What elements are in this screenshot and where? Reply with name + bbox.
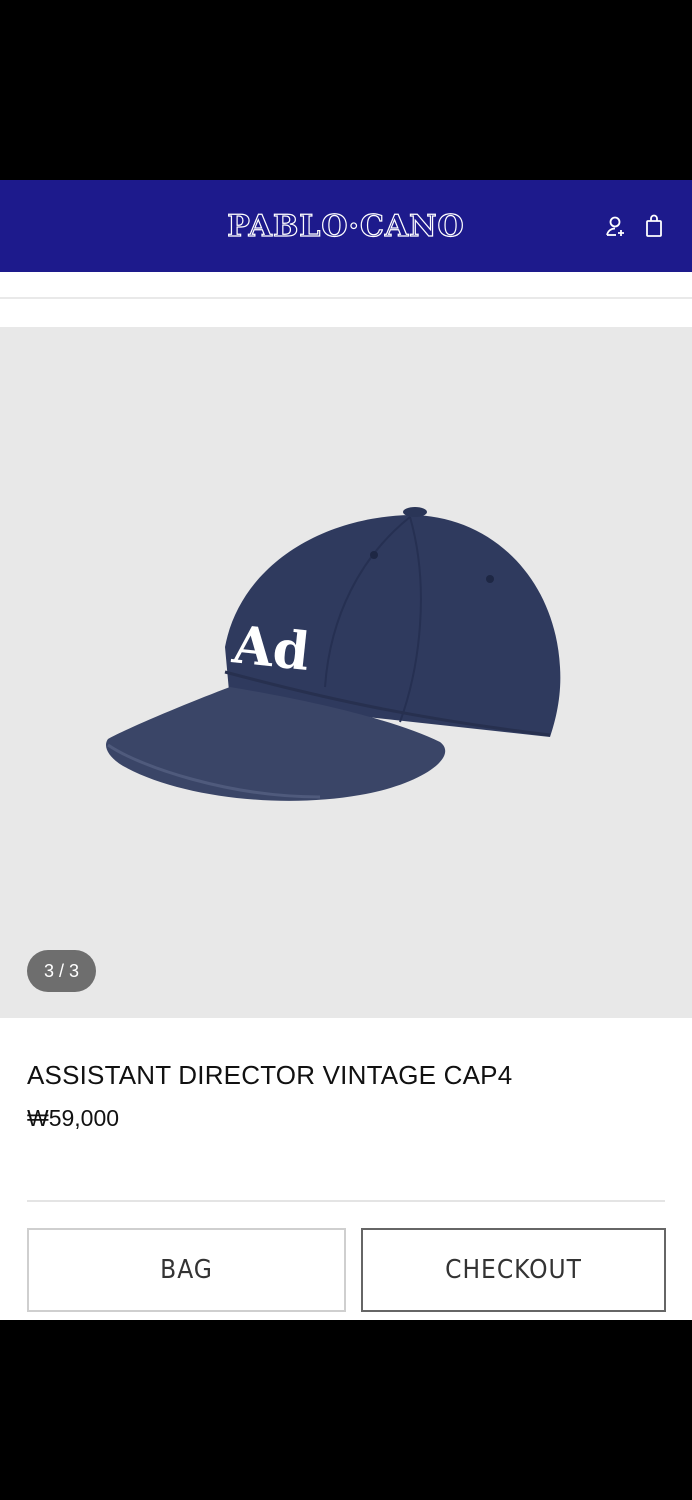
- cap-logo-text: Ad: [229, 614, 313, 683]
- brand-logo[interactable]: PABLO·CANO: [227, 208, 465, 244]
- product-page: Ad 3 / 3 ASSISTANT DIRECTOR VINTAGE CAP4…: [0, 272, 692, 1320]
- checkout-button[interactable]: CHECKOUT: [361, 1228, 666, 1312]
- bag-icon[interactable]: [642, 214, 666, 238]
- status-bar: [0, 0, 692, 180]
- system-nav-bar: [0, 1320, 692, 1500]
- user-icon[interactable]: [604, 214, 628, 238]
- product-image-cap: Ad: [105, 507, 561, 801]
- top-strip: [0, 272, 692, 299]
- header-icons: [604, 214, 666, 238]
- image-counter-badge: 3 / 3: [27, 950, 96, 992]
- divider: [27, 1200, 665, 1202]
- product-title: ASSISTANT DIRECTOR VINTAGE CAP4: [27, 1060, 513, 1090]
- product-price: ₩59,000: [27, 1105, 120, 1131]
- action-bar: BAG CHECKOUT: [0, 1210, 692, 1320]
- add-to-bag-button[interactable]: BAG: [27, 1228, 346, 1312]
- product-image-gallery[interactable]: Ad 3 / 3: [0, 327, 692, 1018]
- site-header: PABLO·CANO: [0, 180, 692, 272]
